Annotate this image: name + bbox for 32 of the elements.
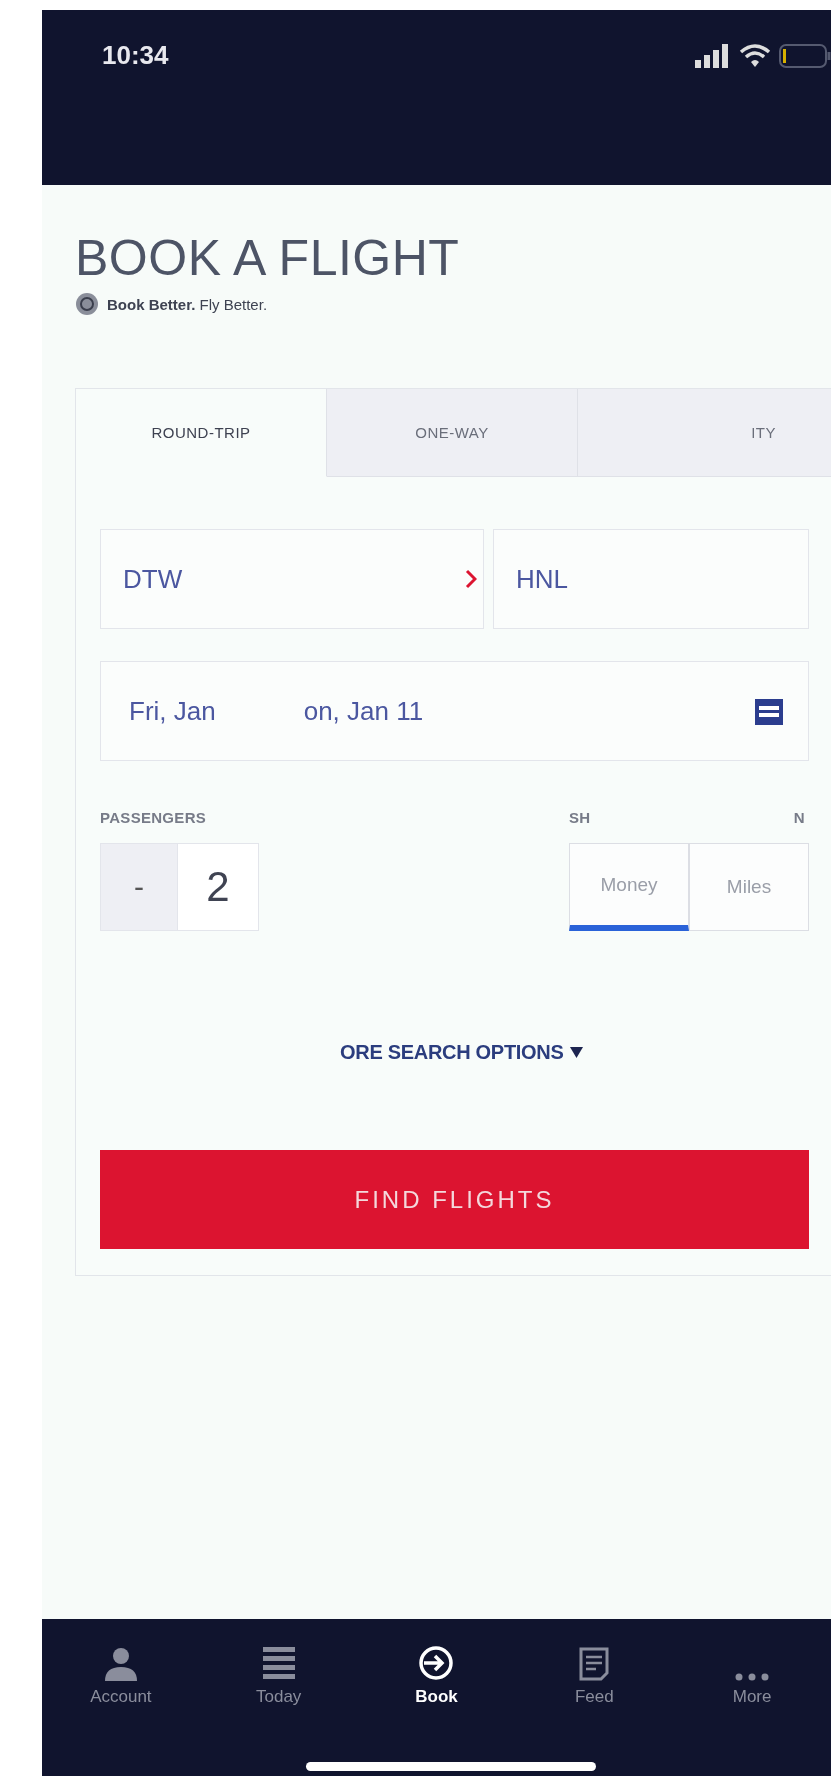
status-time: 10:34 — [102, 40, 169, 71]
chevron-icon — [465, 569, 477, 589]
more-options-link[interactable]: ORE SEARCH OPTIONS — [340, 1041, 564, 1064]
signal-icon — [695, 43, 731, 68]
trip-tab[interactable]: ONE-WAY — [327, 389, 578, 477]
nav-tab[interactable]: Feed — [515, 1633, 674, 1707]
page-title: BOOK A FLIGHT — [75, 232, 461, 284]
document-icon — [579, 1647, 610, 1681]
home-indicator[interactable] — [306, 1762, 596, 1771]
tagline: Book Better. Fly Better. — [107, 295, 268, 313]
wifi-icon — [739, 43, 771, 68]
passengers-label: PASSENGERS — [100, 809, 208, 828]
battery-icon — [779, 42, 831, 69]
origin-field[interactable]: DTW — [100, 529, 484, 629]
passenger-count: 2 — [178, 843, 259, 931]
calendar-icon — [754, 696, 784, 726]
nav-tab[interactable]: More — [673, 1633, 831, 1707]
find-flights-button[interactable]: FIND FLIGHTS — [100, 1150, 809, 1249]
decrement-button[interactable]: - — [100, 843, 178, 931]
price-label: SH — [569, 809, 591, 828]
destination-field[interactable]: HNL — [493, 529, 809, 629]
caret-icon — [569, 1047, 583, 1058]
date-field[interactable]: Fri, Jan on, Jan 11 — [100, 661, 809, 761]
nav-tab[interactable]: Today — [199, 1633, 358, 1707]
list-icon — [262, 1647, 295, 1681]
logo-icon — [75, 292, 99, 316]
arrow-circle-icon — [418, 1645, 455, 1681]
price-label: N — [793, 809, 805, 828]
nav-tab[interactable]: Book — [357, 1633, 516, 1707]
nav-tab[interactable]: Account — [42, 1633, 200, 1707]
trip-tab[interactable]: ITY — [578, 389, 831, 477]
more-icon — [735, 1673, 770, 1681]
